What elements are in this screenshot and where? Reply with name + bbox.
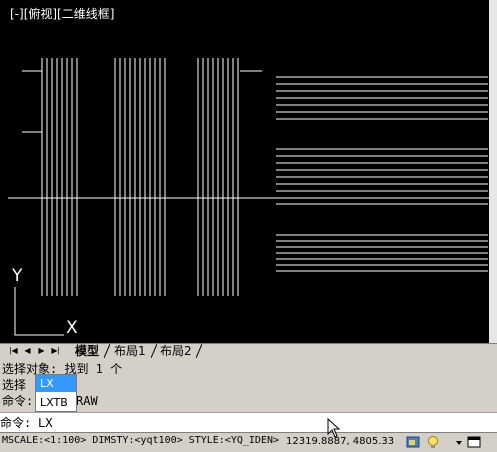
history-line: 选择 bbox=[2, 378, 27, 392]
tab-model[interactable]: 模型 bbox=[75, 344, 99, 358]
vertical-line-group-right bbox=[197, 58, 239, 296]
prev-tab-icon[interactable]: ◀ bbox=[22, 345, 33, 356]
status-dimstyle[interactable]: DIMSTY:<yqt100> bbox=[92, 435, 182, 446]
autocomplete-item-lxtb[interactable]: LXTB bbox=[36, 394, 76, 411]
tab-divider bbox=[196, 344, 202, 358]
layout-tab-bar: |◀ ◀ ▶ ▶| 模型 布局1 布局2 bbox=[0, 343, 497, 358]
autocomplete-item-lx[interactable]: LX bbox=[36, 375, 76, 392]
history-line: RAW bbox=[76, 394, 98, 408]
vertical-line-group-middle bbox=[114, 58, 166, 296]
command-prompt: 命令: bbox=[0, 416, 32, 430]
vertical-scrollbar[interactable] bbox=[489, 0, 497, 343]
horizontal-stub-lines bbox=[22, 70, 262, 133]
first-tab-icon[interactable]: |◀ bbox=[8, 345, 19, 356]
drawing-viewport[interactable]: Y X E [-][俯视][二维线框] bbox=[0, 0, 497, 343]
vertical-line-group-left bbox=[41, 58, 78, 296]
status-bar: MSCALE:<1:100> DIMSTY:<yqt100> STYLE:<YQ… bbox=[0, 432, 497, 452]
horizontal-line-group-top bbox=[276, 76, 488, 120]
ucs-y-label: Y bbox=[11, 266, 23, 286]
command-line[interactable]: 命令: LX bbox=[0, 412, 497, 433]
ucs-x-label: X bbox=[66, 318, 78, 338]
command-input[interactable]: LX bbox=[38, 415, 52, 431]
bulb-icon[interactable] bbox=[426, 435, 440, 449]
drawing-settings-icon[interactable] bbox=[406, 435, 420, 449]
tab-layout1[interactable]: 布局1 bbox=[114, 344, 146, 358]
tab-layout2[interactable]: 布局2 bbox=[160, 344, 192, 358]
status-info: MSCALE:<1:100> DIMSTY:<yqt100> STYLE:<YQ… bbox=[2, 435, 279, 446]
tab-divider bbox=[104, 344, 110, 358]
drawing-canvas[interactable]: Y X E bbox=[0, 0, 489, 343]
mouse-cursor-icon bbox=[327, 418, 341, 438]
next-tab-icon[interactable]: ▶ bbox=[36, 345, 47, 356]
status-textstyle[interactable]: STYLE:<YQ_IDEN> bbox=[189, 435, 279, 446]
horizontal-line-group-bottom bbox=[276, 234, 488, 272]
window-icon[interactable] bbox=[467, 435, 481, 449]
history-line: 命令: bbox=[2, 394, 34, 408]
command-autocomplete: LX LXTB bbox=[35, 374, 77, 412]
last-tab-icon[interactable]: ▶| bbox=[50, 345, 61, 356]
tab-divider bbox=[151, 344, 157, 358]
viewport-controls-label[interactable]: [-][俯视][二维线框] bbox=[10, 5, 114, 22]
status-scale[interactable]: MSCALE:<1:100> bbox=[2, 435, 86, 446]
horizontal-line-group-middle bbox=[276, 148, 488, 205]
